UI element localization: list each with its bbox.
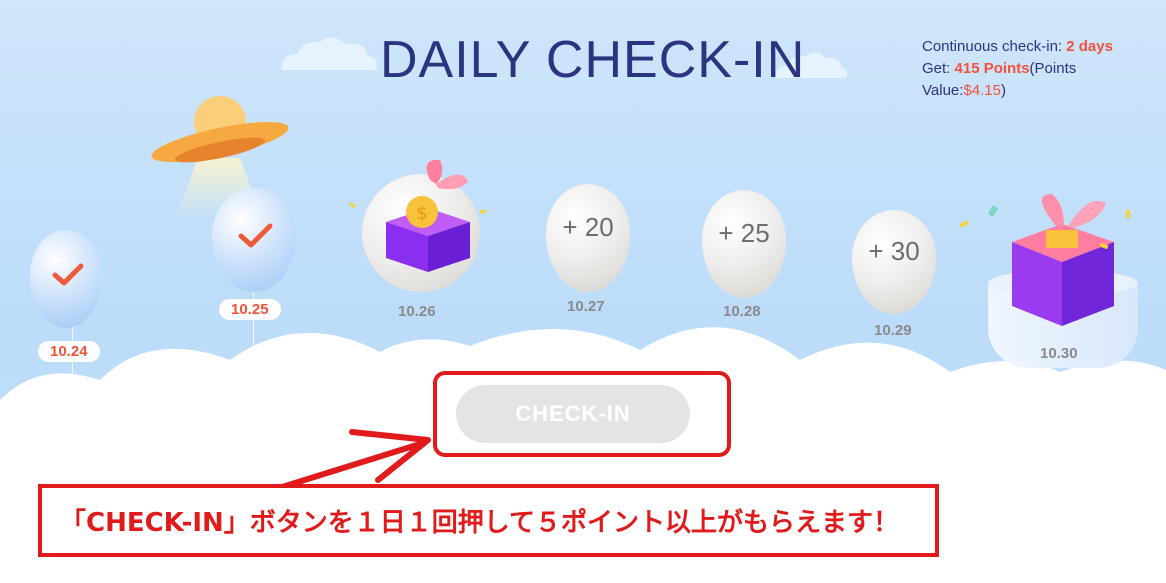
annotation-text: 「CHECK-IN」ボタンを１日１回押して５ポイント以上がもらえます！ bbox=[60, 508, 900, 538]
checkin-button[interactable]: CHECK-IN bbox=[456, 385, 690, 443]
annotation-box: 「CHECK-IN」ボタンを１日１回押して５ポイント以上がもらえます！ bbox=[38, 484, 939, 557]
daily-checkin-panel: DAILY CHECK-IN Continuous check-in: 2 da… bbox=[0, 0, 1166, 583]
